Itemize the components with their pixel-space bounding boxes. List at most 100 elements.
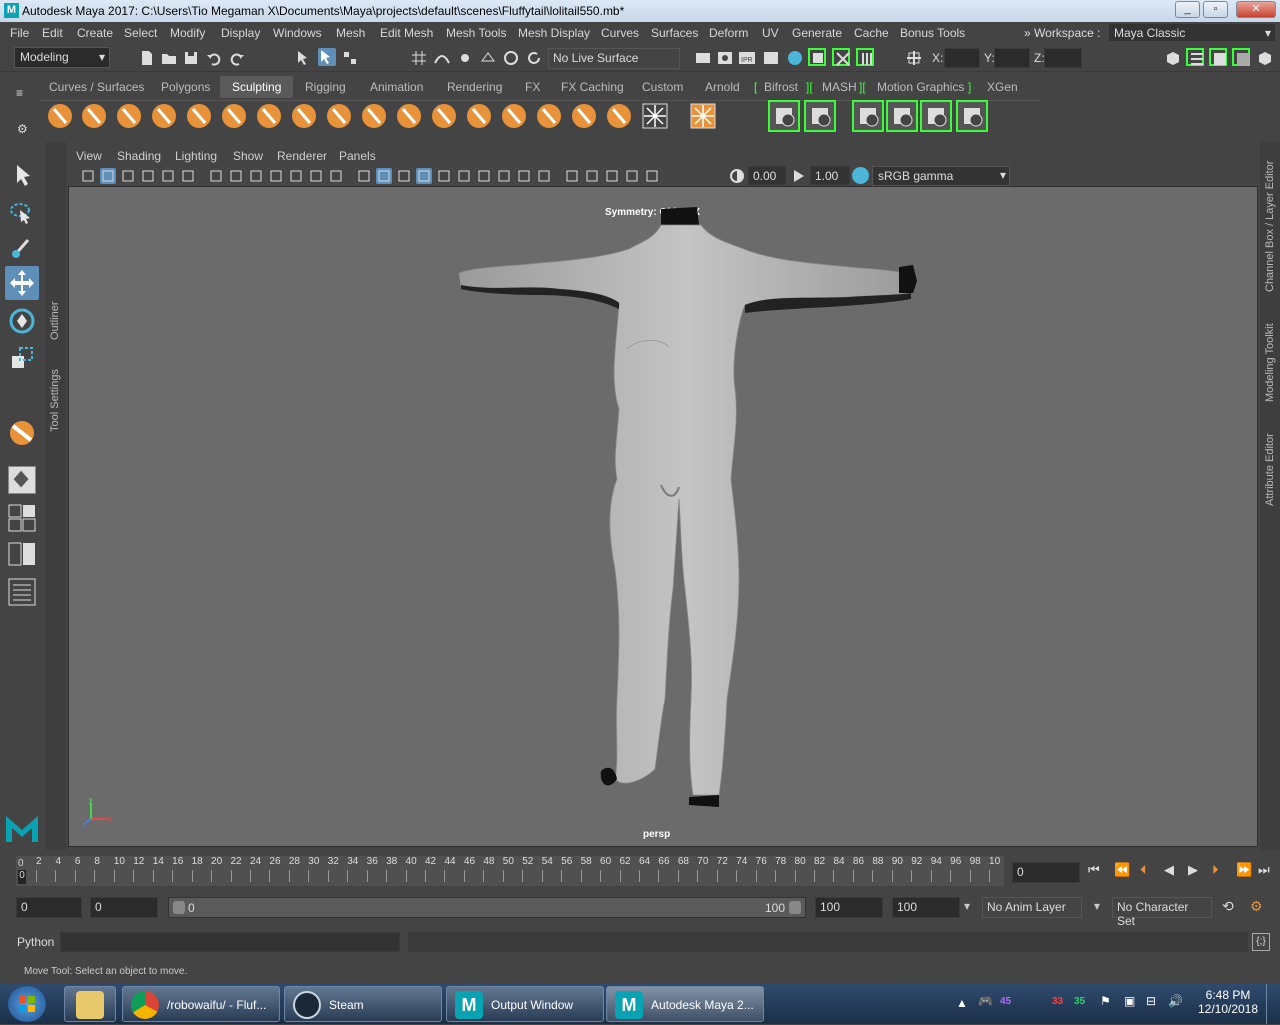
safe-action-icon[interactable] [308, 168, 324, 184]
render-view-icon[interactable] [694, 49, 712, 67]
gamma-field[interactable]: 1.00 [810, 166, 850, 185]
toggle-modeling-toolkit-icon[interactable] [808, 48, 826, 66]
wireframe-on-shaded-icon[interactable] [396, 168, 412, 184]
shelf-tab-fx[interactable]: FX [525, 80, 540, 94]
mograph-world-icon[interactable] [886, 100, 918, 132]
bookmarks-icon[interactable] [120, 168, 136, 184]
field-chart-icon[interactable] [288, 168, 304, 184]
single-perspective-layout-icon[interactable] [8, 466, 36, 494]
convert-to-frozen-icon[interactable] [689, 102, 717, 130]
mograph-signal-icon[interactable] [956, 100, 988, 132]
smooth-icon[interactable] [80, 102, 108, 130]
exposure-field[interactable]: 0.00 [748, 166, 786, 185]
workspace-dropdown[interactable]: Maya Classic ▾ [1108, 23, 1276, 42]
camera-select-icon[interactable] [80, 168, 96, 184]
menu-mesh-tools[interactable]: Mesh Tools [446, 26, 506, 40]
perspective-viewport[interactable]: Symmetry: Object X persp y x z [68, 186, 1258, 847]
animation-preferences-icon[interactable]: ⚙ [1250, 898, 1263, 915]
channel-box-side-tab[interactable]: Channel Box / Layer Editor [1264, 161, 1276, 292]
character-set-dropdown[interactable]: No Character Set [1112, 897, 1212, 928]
step-forward-key-icon[interactable]: ⏩ [1236, 862, 1252, 878]
gamepad-icon[interactable]: 🎮 [978, 994, 993, 1008]
shelf-tab-curves-surfaces[interactable]: Curves / Surfaces [49, 80, 144, 94]
volume-icon[interactable]: 🔊 [1168, 994, 1183, 1008]
fill-icon[interactable] [465, 102, 493, 130]
anim-layer-dropdown[interactable]: No Anim Layer [982, 897, 1082, 918]
device-icon[interactable]: ▣ [1124, 994, 1135, 1008]
two-d-pan-icon[interactable] [160, 168, 176, 184]
shelf-tab-rigging[interactable]: Rigging [305, 80, 346, 94]
anti-aliasing-icon[interactable] [516, 168, 532, 184]
transform-constraint-icon[interactable] [905, 49, 923, 67]
toggle-tool-settings-icon[interactable] [1209, 48, 1227, 66]
scrape-icon[interactable] [430, 102, 458, 130]
undo-icon[interactable] [205, 49, 223, 67]
play-forward-icon[interactable]: ▶ [1188, 862, 1198, 878]
toggle-attribute-editor-icon[interactable] [832, 48, 850, 66]
steam-taskbar-button[interactable]: Steam [284, 986, 442, 1022]
maximize-button[interactable]: ▫ [1203, 1, 1228, 18]
menu-modify[interactable]: Modify [170, 26, 205, 40]
snap-point-icon[interactable] [456, 49, 474, 67]
current-frame-field[interactable]: 0 [1012, 862, 1080, 883]
four-view-layout-icon[interactable] [8, 504, 36, 532]
network-icon[interactable]: ⊟ [1146, 994, 1156, 1008]
menu-create[interactable]: Create [77, 26, 113, 40]
menu-uv[interactable]: UV [762, 26, 779, 40]
shelf-tab-xgen[interactable]: XGen [987, 80, 1018, 94]
auto-key-icon[interactable]: ⟲ [1222, 898, 1234, 915]
gamma-icon[interactable] [790, 167, 808, 185]
script-editor-icon[interactable]: {;} [1252, 933, 1270, 951]
menu-select[interactable]: Select [124, 26, 157, 40]
paint-select-tool-icon[interactable] [8, 234, 36, 262]
mash-network-icon[interactable] [768, 100, 800, 132]
z-input[interactable] [1044, 48, 1082, 68]
xray-joints-icon[interactable] [604, 168, 620, 184]
redo-icon[interactable] [228, 49, 246, 67]
gate-mask-icon[interactable] [268, 168, 284, 184]
step-back-frame-icon[interactable]: ⏴ [1140, 862, 1147, 878]
menu-edit-mesh[interactable]: Edit Mesh [380, 26, 433, 40]
sign-in-icon[interactable] [1164, 49, 1182, 67]
outliner-layout-icon[interactable] [8, 578, 36, 606]
repeat-icon[interactable] [325, 102, 353, 130]
scale-tool-icon[interactable] [8, 344, 36, 372]
spray-icon[interactable] [290, 102, 318, 130]
open-scene-icon[interactable] [160, 49, 178, 67]
shadows-icon[interactable] [456, 168, 472, 184]
ipr-render-icon[interactable]: IPR [738, 49, 756, 67]
animation-start-field[interactable]: 0 [16, 897, 82, 918]
last-tool-smooth-icon[interactable] [7, 418, 37, 448]
smear-icon[interactable] [535, 102, 563, 130]
knife-icon[interactable] [500, 102, 528, 130]
menuset-dropdown[interactable]: Modeling ▾ [14, 47, 110, 68]
grease-pencil-icon[interactable] [180, 168, 196, 184]
render-settings-icon[interactable] [762, 49, 780, 67]
film-gate-icon[interactable] [228, 168, 244, 184]
panel-menu-show[interactable]: Show [233, 149, 263, 163]
select-object-icon[interactable] [318, 48, 336, 66]
menu-windows[interactable]: Windows [273, 26, 322, 40]
save-scene-icon[interactable] [182, 49, 200, 67]
animation-end-field[interactable]: 100 [892, 897, 960, 918]
minimize-button[interactable]: _ [1175, 1, 1200, 18]
grid-icon[interactable] [208, 168, 224, 184]
command-language-label[interactable]: Python [17, 935, 54, 949]
mograph-curve-icon[interactable] [852, 100, 884, 132]
move-tool-icon[interactable] [5, 266, 39, 300]
playback-start-field[interactable]: 0 [90, 897, 158, 918]
persp-outliner-layout-icon[interactable] [8, 542, 36, 566]
shelf-tab-fx-caching[interactable]: FX Caching [561, 80, 624, 94]
step-forward-frame-icon[interactable]: ⏵ [1212, 862, 1219, 878]
menu-display[interactable]: Display [221, 26, 260, 40]
select-component-icon[interactable] [341, 49, 359, 67]
motion-blur-icon[interactable] [496, 168, 512, 184]
rotate-tool-icon[interactable] [7, 306, 37, 336]
new-scene-icon[interactable] [138, 49, 156, 67]
lights-icon[interactable] [436, 168, 452, 184]
outliner-side-tab[interactable]: Outliner [49, 301, 61, 340]
tool-settings-side-tab[interactable]: Tool Settings [49, 369, 61, 432]
y-input[interactable] [994, 48, 1030, 68]
shelf-tab-rendering[interactable]: Rendering [447, 80, 502, 94]
select-hierarchy-icon[interactable] [295, 49, 313, 67]
